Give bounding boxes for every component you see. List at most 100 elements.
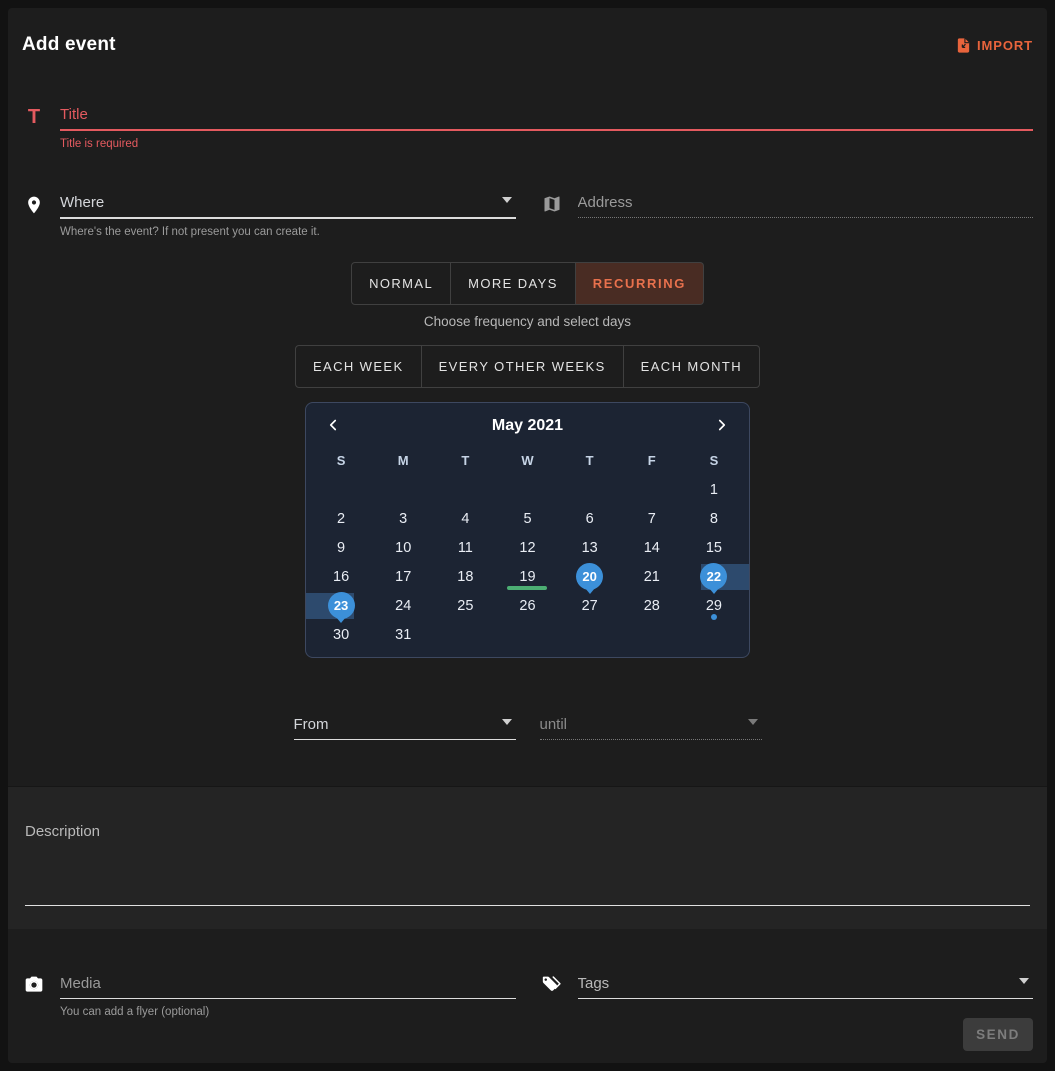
- event-form: T Title is required: [8, 56, 1047, 786]
- camera-icon: [22, 975, 46, 999]
- calendar-day-empty: [310, 475, 372, 504]
- day-number: 29: [706, 598, 722, 614]
- calendar-day-14[interactable]: 14: [621, 533, 683, 562]
- file-import-icon: [955, 37, 972, 54]
- title-error-message: Title is required: [60, 138, 1033, 150]
- tags-select[interactable]: [578, 971, 1016, 998]
- calendar-prev-month-button[interactable]: [320, 412, 346, 441]
- calendar-day-empty: [496, 475, 558, 504]
- calendar-day-29[interactable]: 29: [683, 591, 745, 620]
- frequency-options: EACH WEEK EVERY OTHER WEEKS EACH MONTH: [295, 345, 760, 388]
- calendar-grid: 1234567891011121314151617181920212223242…: [310, 475, 745, 649]
- calendar-day-empty: [559, 475, 621, 504]
- day-number: 6: [586, 511, 594, 527]
- calendar-day-13[interactable]: 13: [559, 533, 621, 562]
- import-button[interactable]: IMPORT: [955, 37, 1033, 54]
- tab-more-days[interactable]: MORE DAYS: [451, 262, 576, 305]
- day-number: 14: [644, 540, 660, 556]
- calendar-day-27[interactable]: 27: [559, 591, 621, 620]
- calendar-day-15[interactable]: 15: [683, 533, 745, 562]
- calendar-day-8[interactable]: 8: [683, 504, 745, 533]
- media-helper-text: You can add a flyer (optional): [60, 1006, 516, 1018]
- day-number: 12: [519, 540, 535, 556]
- calendar-day-11[interactable]: 11: [434, 533, 496, 562]
- send-button[interactable]: SEND: [963, 1018, 1033, 1051]
- description-section: [8, 786, 1047, 929]
- day-number: 20: [576, 563, 603, 590]
- from-time-select[interactable]: [294, 712, 498, 739]
- address-input[interactable]: [578, 190, 1034, 217]
- calendar-day-18[interactable]: 18: [434, 562, 496, 591]
- calendar: May 2021 SMTWTFS 12345678910111213141516…: [305, 402, 750, 658]
- calendar-day-empty: [683, 620, 745, 649]
- tab-normal[interactable]: NORMAL: [351, 262, 451, 305]
- day-number: 10: [395, 540, 411, 556]
- calendar-day-4[interactable]: 4: [434, 504, 496, 533]
- where-helper-text: Where's the event? If not present you ca…: [60, 226, 516, 238]
- weekday-label: W: [496, 445, 558, 475]
- calendar-day-23[interactable]: 23: [310, 591, 372, 620]
- day-number: 28: [644, 598, 660, 614]
- weekday-label: T: [434, 445, 496, 475]
- calendar-day-1[interactable]: 1: [683, 475, 745, 504]
- page-title: Add event: [22, 34, 116, 56]
- day-number: 19: [519, 569, 535, 585]
- where-select[interactable]: [60, 190, 498, 217]
- calendar-day-5[interactable]: 5: [496, 504, 558, 533]
- calendar-day-20[interactable]: 20: [559, 562, 621, 591]
- title-input[interactable]: [60, 102, 1033, 129]
- map-icon: [540, 194, 564, 218]
- calendar-day-empty: [621, 620, 683, 649]
- calendar-day-17[interactable]: 17: [372, 562, 434, 591]
- day-number: 3: [399, 511, 407, 527]
- calendar-day-6[interactable]: 6: [559, 504, 621, 533]
- calendar-day-21[interactable]: 21: [621, 562, 683, 591]
- tab-recurring[interactable]: RECURRING: [576, 262, 704, 305]
- until-dropdown-caret-icon: [748, 719, 758, 725]
- calendar-day-31[interactable]: 31: [372, 620, 434, 649]
- frequency-each-week-button[interactable]: EACH WEEK: [295, 345, 422, 388]
- calendar-month-title: May 2021: [346, 417, 709, 435]
- calendar-day-empty: [434, 475, 496, 504]
- calendar-day-22[interactable]: 22: [683, 562, 745, 591]
- calendar-day-3[interactable]: 3: [372, 504, 434, 533]
- day-number: 23: [328, 592, 355, 619]
- day-number: 25: [457, 598, 473, 614]
- frequency-hint: Choose frequency and select days: [22, 314, 1033, 329]
- until-time-select[interactable]: [540, 712, 744, 739]
- calendar-day-9[interactable]: 9: [310, 533, 372, 562]
- day-number: 4: [461, 511, 469, 527]
- calendar-day-30[interactable]: 30: [310, 620, 372, 649]
- frequency-each-month-button[interactable]: EACH MONTH: [624, 345, 760, 388]
- calendar-day-7[interactable]: 7: [621, 504, 683, 533]
- day-number: 30: [333, 627, 349, 643]
- calendar-day-2[interactable]: 2: [310, 504, 372, 533]
- calendar-day-25[interactable]: 25: [434, 591, 496, 620]
- day-number: 21: [644, 569, 660, 585]
- from-dropdown-caret-icon[interactable]: [502, 719, 512, 725]
- description-textarea[interactable]: [25, 811, 1030, 906]
- day-number: 2: [337, 511, 345, 527]
- tags-dropdown-caret-icon[interactable]: [1019, 978, 1029, 984]
- where-dropdown-caret-icon[interactable]: [502, 197, 512, 203]
- bottom-section: You can add a flyer (optional): [8, 929, 1047, 1063]
- weekday-label: F: [621, 445, 683, 475]
- day-number: 24: [395, 598, 411, 614]
- weekday-label: T: [559, 445, 621, 475]
- calendar-day-12[interactable]: 12: [496, 533, 558, 562]
- day-number: 27: [582, 598, 598, 614]
- calendar-day-16[interactable]: 16: [310, 562, 372, 591]
- media-input[interactable]: [60, 971, 516, 998]
- import-label: IMPORT: [977, 38, 1033, 53]
- day-number: 15: [706, 540, 722, 556]
- dialog-header: Add event IMPORT: [8, 8, 1047, 56]
- calendar-next-month-button[interactable]: [709, 412, 735, 441]
- calendar-day-19[interactable]: 19: [496, 562, 558, 591]
- add-event-dialog: Add event IMPORT T Title is required: [8, 8, 1047, 1063]
- calendar-day-26[interactable]: 26: [496, 591, 558, 620]
- calendar-day-24[interactable]: 24: [372, 591, 434, 620]
- frequency-every-other-weeks-button[interactable]: EVERY OTHER WEEKS: [422, 345, 624, 388]
- calendar-day-empty: [621, 475, 683, 504]
- calendar-day-28[interactable]: 28: [621, 591, 683, 620]
- calendar-day-10[interactable]: 10: [372, 533, 434, 562]
